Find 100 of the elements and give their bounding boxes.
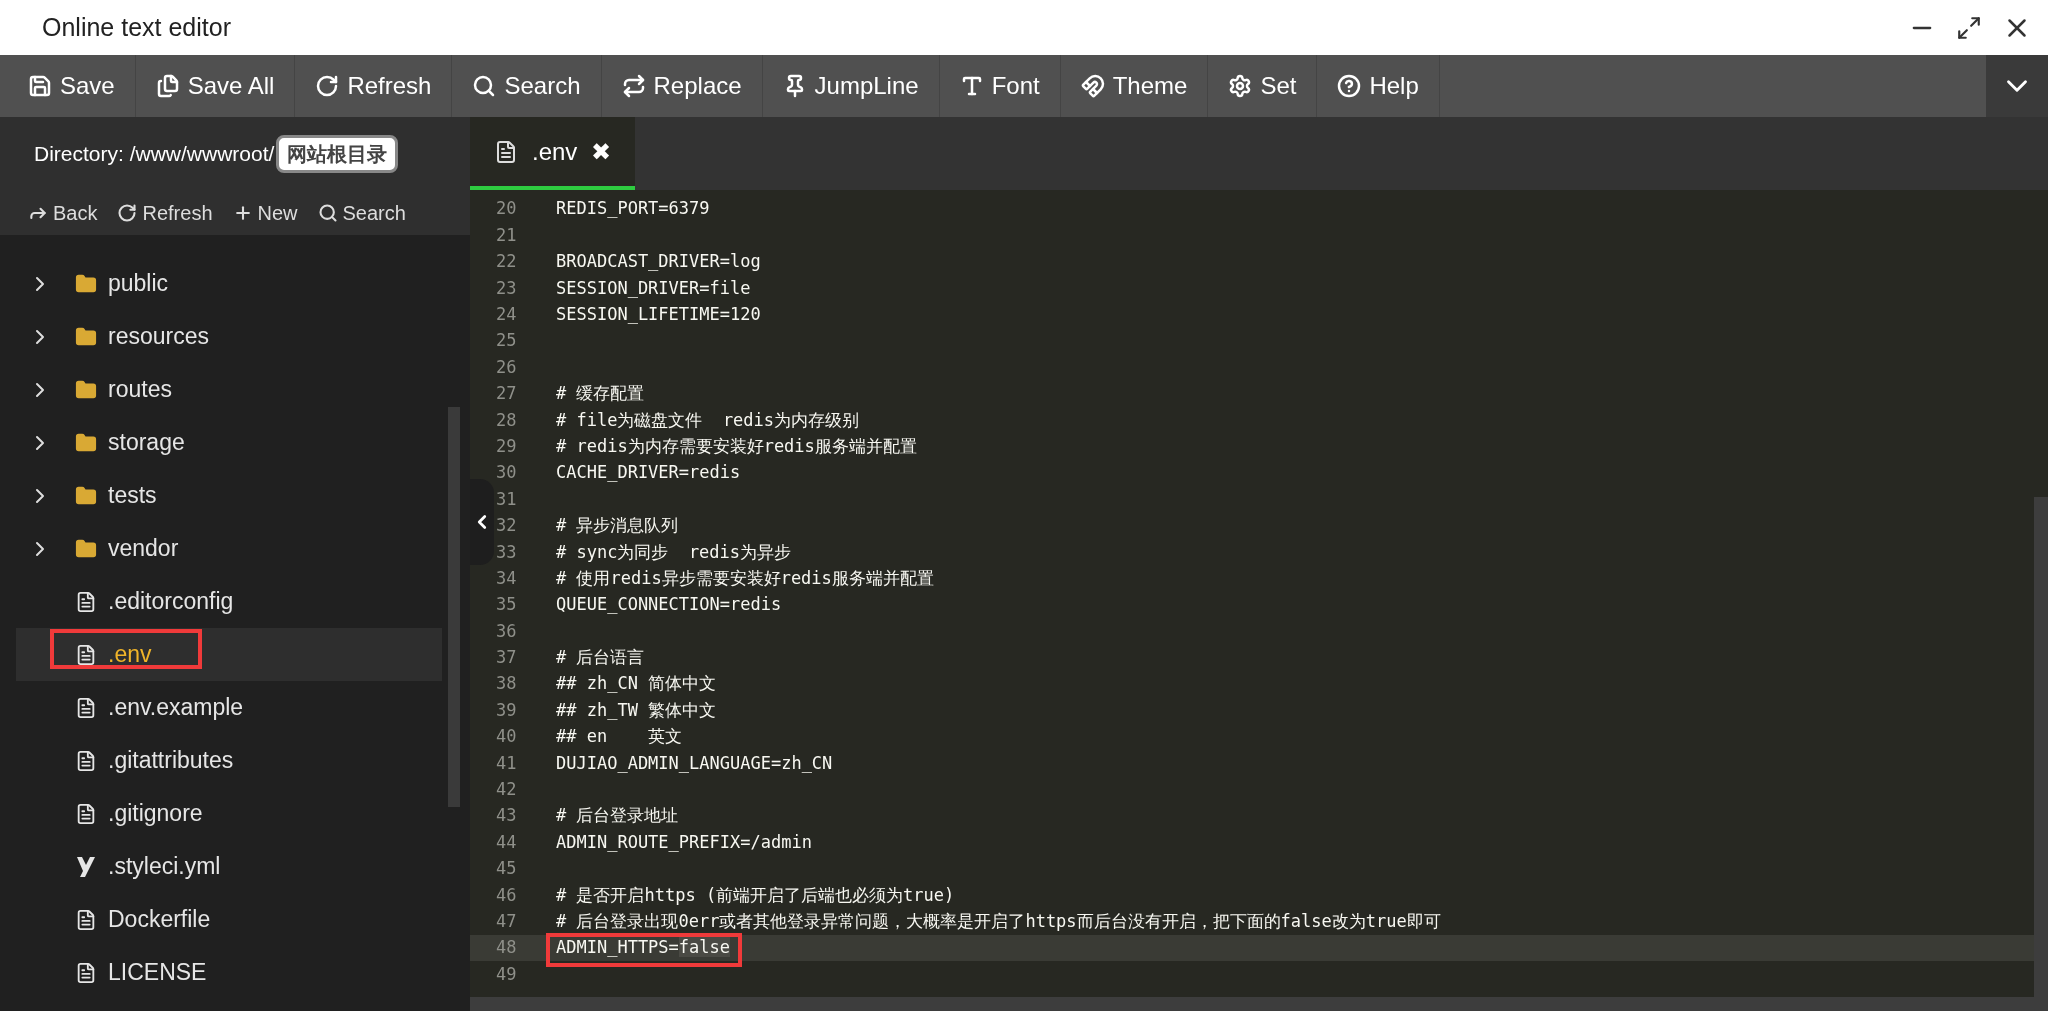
editor-tab[interactable]: .env ✖: [470, 117, 636, 190]
line-number: 34: [496, 566, 518, 590]
line-number: 22: [496, 250, 518, 274]
line-number: 30: [496, 461, 518, 485]
y-shaped-icon: [76, 855, 96, 878]
code-line: QUEUE_CONNECTION=redis: [556, 594, 782, 615]
code-line: ## zh_CN 简体中文: [556, 673, 717, 694]
file-name: resources: [108, 323, 209, 350]
file-name: Dockerfile: [108, 906, 211, 933]
file-icon: [75, 908, 97, 931]
saveall-icon: [155, 74, 180, 98]
line-number: 46: [496, 883, 518, 907]
code-line: DUJIAO_ADMIN_LANGUAGE=zh_CN: [556, 752, 833, 773]
line-number: 41: [496, 751, 518, 775]
line-number: 29: [496, 434, 518, 458]
code-line: # 后台登录地址: [556, 805, 679, 826]
file-tree-item[interactable]: tests: [16, 469, 442, 522]
line-number: 26: [496, 355, 518, 379]
code-line: ## zh_TW 繁体中文: [556, 699, 717, 720]
file-name: .env.example: [108, 694, 244, 721]
line-number: 43: [496, 804, 518, 828]
line-number: 33: [496, 540, 518, 564]
refresh-icon: [315, 74, 340, 98]
tab-close-button[interactable]: ✖: [591, 133, 612, 170]
sidebar-action-button[interactable]: New: [232, 197, 298, 228]
line-number: 47: [496, 910, 518, 933]
line-number: 35: [496, 593, 518, 617]
file-name: storage: [108, 429, 185, 456]
file-tree-item[interactable]: public: [16, 257, 442, 310]
line-number: 48: [496, 936, 518, 960]
file-name: routes: [108, 376, 172, 403]
search-icon: [317, 202, 338, 223]
line-number: 20: [496, 197, 518, 221]
code-line: # redis为内存需要安装好redis服务端并配置: [556, 435, 917, 456]
file-name: vendor: [108, 535, 179, 562]
code-line: ADMIN_ROUTE_PREFIX=/admin: [556, 831, 812, 852]
code-line: # 缓存配置: [556, 383, 645, 404]
save-icon: [28, 74, 52, 98]
file-tree-item[interactable]: .env.example: [16, 681, 442, 734]
folder-icon: [75, 378, 97, 401]
sidebar-action-button[interactable]: Refresh: [117, 197, 213, 228]
code-line: # 异步消息队列: [556, 515, 679, 536]
file-icon: [494, 139, 518, 164]
file-tree-item[interactable]: Dockerfile: [16, 893, 442, 946]
line-number: 21: [496, 223, 518, 247]
folder-icon: [75, 272, 97, 295]
code-line: CACHE_DRIVER=redis: [556, 462, 741, 483]
file-tree-item[interactable]: .gitignore: [16, 787, 442, 840]
code-line: # file为磁盘文件 redis为内存级别: [556, 409, 860, 430]
directory-path: Directory: /www/wwwroot/: [34, 140, 275, 167]
code-line: SESSION_LIFETIME=120: [556, 304, 761, 324]
file-name: .styleci.yml: [108, 853, 221, 880]
line-number: 45: [496, 857, 518, 881]
search-icon: [472, 74, 497, 98]
help-icon: [1337, 74, 1362, 98]
refresh-icon: [117, 202, 138, 223]
line-number: 44: [496, 830, 518, 854]
code-line: ## en 英文: [556, 726, 683, 747]
tab-label: .env: [532, 136, 578, 167]
line-number: 49: [496, 962, 518, 986]
file-tree-item[interactable]: resources: [16, 310, 442, 363]
code-line: ADMIN_HTTPS=false: [556, 937, 730, 958]
window-title: Online text editor: [42, 11, 231, 43]
file-icon: [75, 749, 97, 772]
sidebar-action-button[interactable]: Back: [28, 197, 98, 228]
sidebar-action-button[interactable]: Search: [317, 197, 406, 228]
file-tree-item[interactable]: storage: [16, 416, 442, 469]
file-name: .env: [108, 641, 152, 668]
file-tree-item[interactable]: .editorconfig: [16, 575, 442, 628]
folder-icon: [75, 484, 97, 507]
code-line: SESSION_DRIVER=file: [556, 277, 751, 298]
line-number: 24: [496, 303, 518, 326]
file-tree-item[interactable]: vendor: [16, 522, 442, 575]
file-icon: [75, 590, 97, 613]
file-icon: [75, 643, 97, 666]
code-line: # 使用redis异步需要安装好redis服务端并配置: [556, 567, 934, 588]
file-tree-item[interactable]: routes: [16, 363, 442, 416]
line-number: 42: [496, 778, 518, 802]
file-tree-item[interactable]: .gitattributes: [16, 734, 442, 787]
replace-icon: [621, 74, 646, 98]
line-number: 25: [496, 329, 518, 353]
line-number: 36: [496, 619, 518, 643]
file-icon: [75, 696, 97, 719]
line-number: 23: [496, 276, 518, 300]
line-number: 38: [496, 672, 518, 696]
file-name: .gitattributes: [108, 747, 234, 774]
code-line: # 后台语言: [556, 647, 645, 668]
file-name: .gitignore: [108, 800, 203, 827]
file-tree-item[interactable]: .styleci.yml: [16, 840, 442, 893]
file-tree-item[interactable]: LICENSE: [16, 946, 442, 999]
code-line: REDIS_PORT=6379: [556, 198, 710, 219]
line-number: 39: [496, 698, 518, 722]
file-tree-item[interactable]: .env: [16, 628, 442, 681]
line-number: 27: [496, 382, 518, 406]
theme-icon: [1080, 74, 1105, 98]
collapse-sidebar-button[interactable]: [470, 479, 494, 565]
root-directory-badge[interactable]: 网站根目录: [276, 134, 399, 173]
code-line: # 后台登录出现0err或者其他登录异常问题，大概率是开启了https而后台没有开启，把下面的false改为true即可: [556, 911, 1441, 931]
code-line: # sync为同步 redis为异步: [556, 541, 792, 562]
file-name: LICENSE: [108, 959, 207, 986]
